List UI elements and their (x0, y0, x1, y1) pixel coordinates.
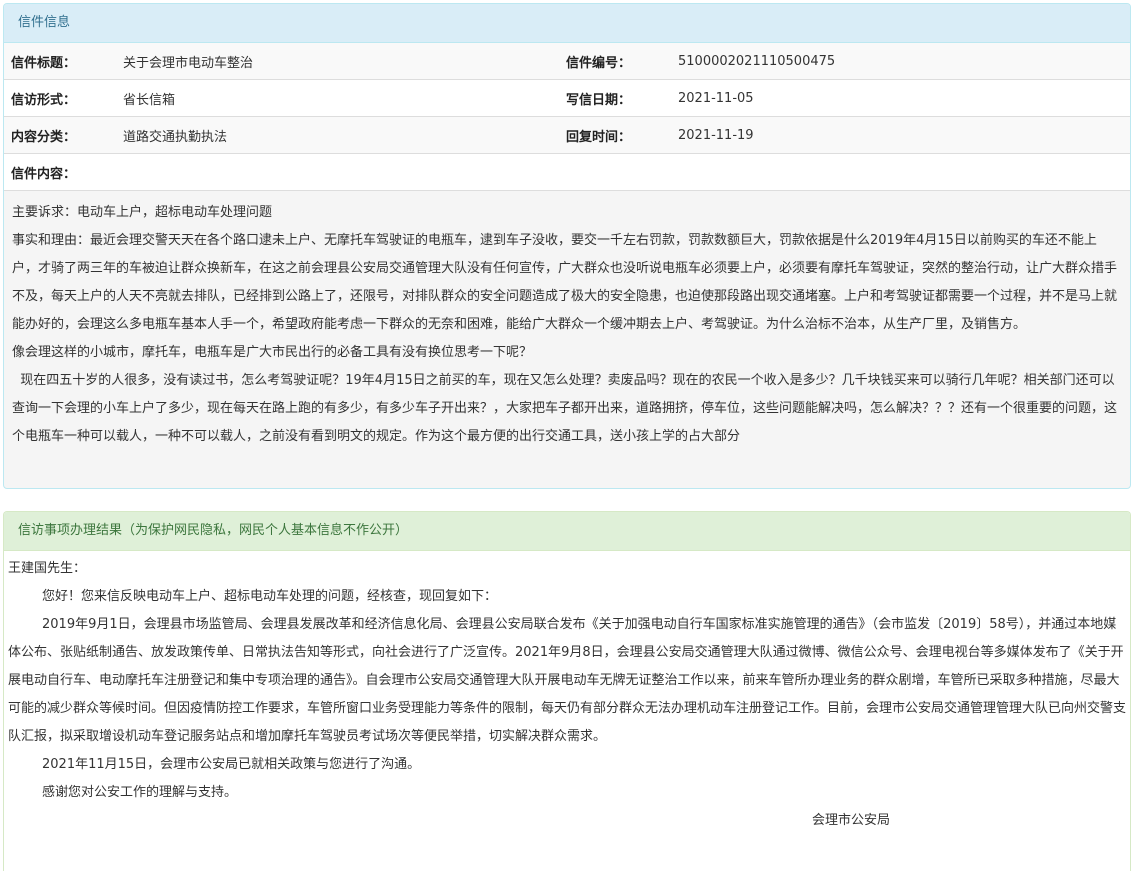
write-date-label: 写信日期： (559, 79, 678, 117)
reply-paragraph: 2021年11月15日，会理市公安局已就相关政策与您进行了沟通。 (42, 757, 421, 772)
content-category-label: 内容分类： (4, 116, 123, 154)
reply-paragraph: 2019年9月1日，会理县市场监管局、会理县发展改革和经济信息化局、会理县公安局… (8, 617, 1127, 744)
reply-salutation: 王建国先生： (8, 561, 87, 576)
reply-paragraph: 感谢您对公安工作的理解与支持。 (42, 785, 238, 800)
letter-title-value: 关于会理市电动车整治 (123, 43, 559, 80)
table-row: 信件标题： 关于会理市电动车整治 信件编号： 51000020211105004… (4, 43, 1130, 80)
letter-paragraph: 现在四五十岁的人很多，没有读过书，怎么考驾驶证呢？19年4月15日之前买的车，现… (12, 373, 1118, 444)
letter-info-panel: 信件信息 信件标题： 关于会理市电动车整治 信件编号： 510000202111… (3, 3, 1131, 489)
letter-title-label: 信件标题： (4, 43, 123, 80)
letter-info-table: 信件标题： 关于会理市电动车整治 信件编号： 51000020211105004… (4, 43, 1130, 191)
reply-paragraph: 您好！您来信反映电动车上户、超标电动车处理的问题，经核查，现回复如下： (42, 589, 498, 604)
letter-info-heading: 信件信息 (4, 4, 1130, 43)
petition-form-label: 信访形式： (4, 79, 123, 117)
letter-paragraph: 像会理这样的小城市，摩托车，电瓶车是广大市民出行的必备工具有没有换位思考一下呢？ (12, 345, 533, 360)
reply-body: 王建国先生： 您好！您来信反映电动车上户、超标电动车处理的问题，经核查，现回复如… (4, 551, 1130, 835)
handling-result-heading: 信访事项办理结果（为保护网民隐私，网民个人基本信息不作公开） (4, 512, 1130, 551)
reply-signature: 会理市公安局 (811, 813, 890, 828)
handling-result-panel: 信访事项办理结果（为保护网民隐私，网民个人基本信息不作公开） 王建国先生： 您好… (3, 511, 1131, 871)
letter-paragraph: 主要诉求：电动车上户，超标电动车处理问题 (12, 205, 273, 220)
table-row: 信访形式： 省长信箱 写信日期： 2021-11-05 (4, 79, 1130, 117)
letter-number-label: 信件编号： (559, 43, 678, 80)
letter-paragraph: 事实和理由：最近会理交警天天在各个路口逮未上户、无摩托车驾驶证的电瓶车，逮到车子… (12, 233, 1118, 332)
reply-time-value: 2021-11-19 (678, 116, 1130, 154)
letter-content-label: 信件内容： (4, 153, 1130, 191)
letter-number-value: 5100002021110500475 (678, 43, 1130, 80)
content-category-value: 道路交通执勤执法 (123, 116, 559, 154)
reply-time-label: 回复时间： (559, 116, 678, 154)
table-row: 内容分类： 道路交通执勤执法 回复时间： 2021-11-19 (4, 116, 1130, 154)
table-row: 信件内容： (4, 153, 1130, 191)
letter-content-body: 主要诉求：电动车上户，超标电动车处理问题 事实和理由：最近会理交警天天在各个路口… (4, 191, 1130, 451)
write-date-value: 2021-11-05 (678, 79, 1130, 117)
petition-form-value: 省长信箱 (123, 79, 559, 117)
